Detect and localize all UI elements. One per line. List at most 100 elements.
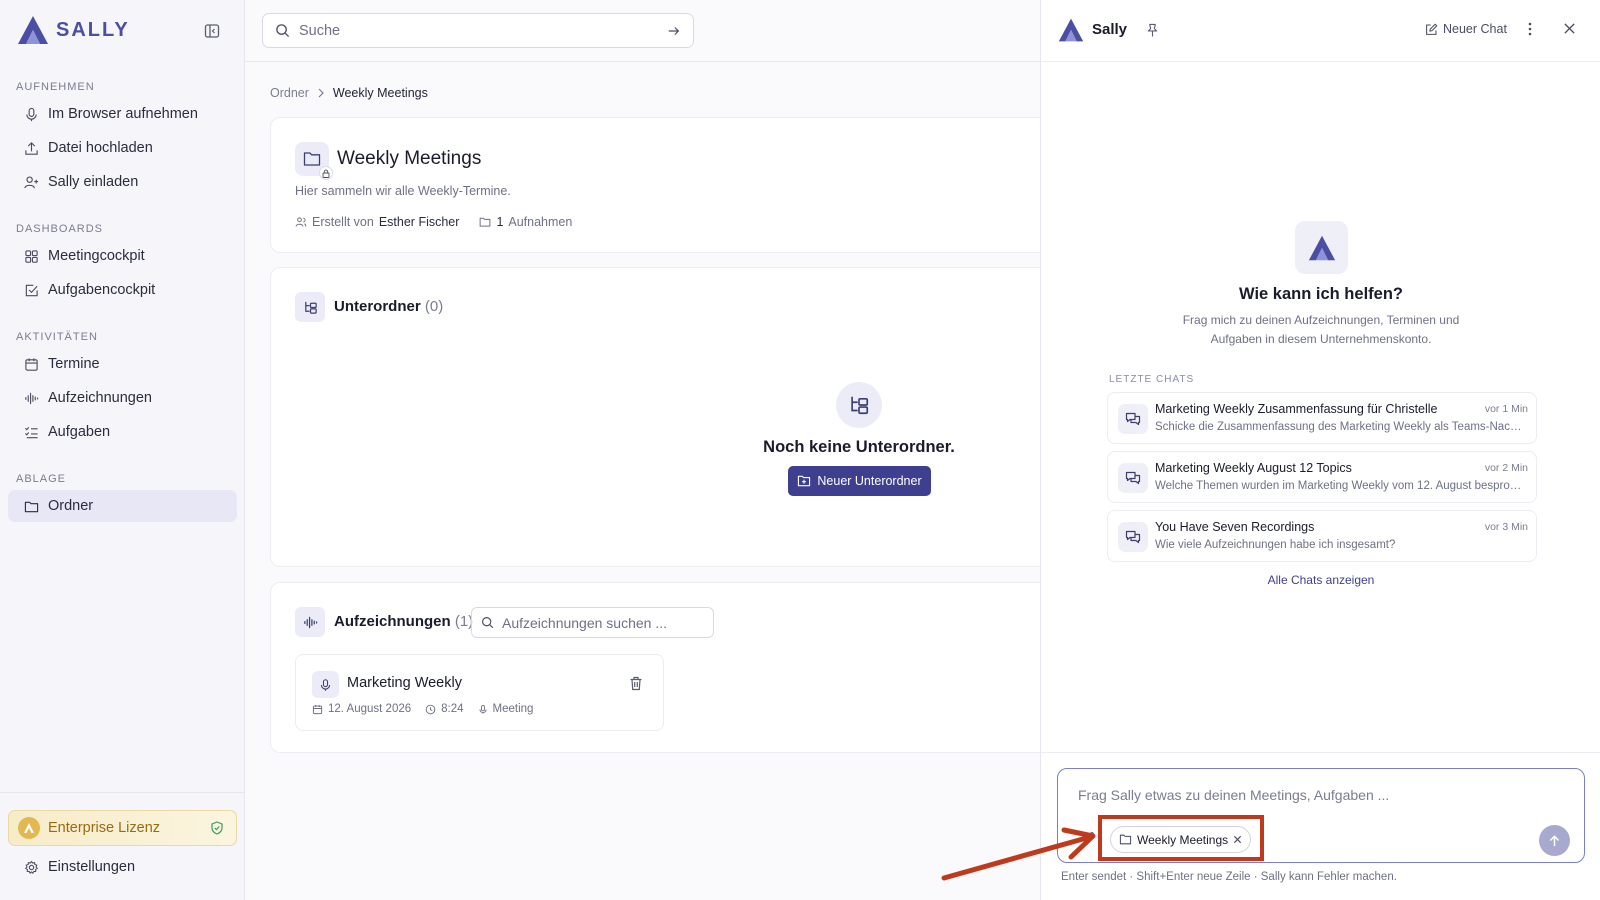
recent-chat-title: Marketing Weekly Zusammenfassung für Chr… — [1155, 402, 1438, 416]
recent-chat-item[interactable]: Marketing Weekly August 12 Topics vor 2 … — [1107, 451, 1537, 503]
recent-chat-title: Marketing Weekly August 12 Topics — [1155, 461, 1352, 475]
created-by-name: Esther Fischer — [378, 215, 460, 229]
sidebar-item-recordings[interactable]: Aufzeichnungen — [8, 382, 237, 414]
recent-chat-time: vor 1 Min — [1484, 403, 1528, 415]
upload-icon — [25, 141, 38, 155]
recordings-card: Aufzeichnungen (1) Aufzeichnungen suchen… — [270, 582, 1040, 753]
section-label-dashboards: DASHBOARDS — [16, 223, 104, 235]
subfolders-card: Unterordner (0) Noch keine Unterordner. … — [270, 267, 1040, 567]
folder-icon — [24, 501, 39, 512]
recordings-search-input[interactable]: Aufzeichnungen suchen ... — [471, 607, 714, 638]
audio-wave-icon — [25, 392, 39, 404]
arrow-up-icon — [1549, 834, 1560, 846]
empty-subfolder-icon — [836, 382, 882, 428]
folder-plus-icon — [798, 475, 811, 487]
recent-chat-time: vor 2 Min — [1484, 462, 1528, 474]
brand-name: SALLY — [56, 18, 130, 41]
microphone-small-icon — [478, 704, 487, 714]
breadcrumb: Ordner Weekly Meetings — [270, 86, 428, 100]
close-icon[interactable] — [1563, 22, 1576, 35]
new-subfolder-label: Neuer Unterordner — [817, 474, 922, 488]
folder-icon — [303, 152, 321, 166]
created-by-label: Erstellt von — [312, 215, 374, 229]
recent-chat-item[interactable]: Marketing Weekly Zusammenfassung für Chr… — [1107, 392, 1537, 444]
recordings-search-placeholder: Aufzeichnungen suchen ... — [502, 614, 668, 631]
lock-icon — [319, 166, 333, 180]
sidebar: SALLY AUFNEHMEN Im Browser aufnehmen Dat… — [0, 0, 245, 900]
search-input[interactable]: Suche — [262, 13, 694, 48]
empty-state-title: Noch keine Unterordner. — [763, 438, 955, 456]
breadcrumb-root[interactable]: Ordner — [270, 86, 309, 100]
microphone-icon — [26, 107, 37, 121]
audio-wave-icon — [295, 607, 325, 637]
all-chats-link[interactable]: Alle Chats anzeigen — [1041, 573, 1600, 587]
sidebar-item-label: Aufgaben — [48, 424, 111, 440]
trash-icon[interactable] — [629, 676, 643, 691]
page-title: Weekly Meetings — [337, 148, 482, 169]
sidebar-item-folders[interactable]: Ordner — [8, 490, 237, 522]
assistant-logo-icon — [1295, 221, 1348, 274]
task-list-icon — [25, 426, 38, 438]
license-label: Enterprise Lizenz — [48, 820, 161, 836]
sidebar-item-label: Sally einladen — [48, 174, 139, 190]
recording-item[interactable]: Marketing Weekly 12. August 2026 8:24 Me… — [295, 654, 664, 731]
sidebar-item-meetingcockpit[interactable]: Meetingcockpit — [8, 240, 237, 272]
collapse-sidebar-icon[interactable] — [204, 23, 222, 41]
sidebar-item-tasks[interactable]: Aufgaben — [8, 416, 237, 448]
folder-badge — [295, 142, 333, 180]
recent-chats-label: LETZTE CHATS — [1109, 374, 1195, 385]
section-label-record: AUFNEHMEN — [16, 81, 95, 93]
chat-header: Sally Neuer Chat — [1041, 0, 1600, 62]
search-placeholder: Suche — [299, 22, 341, 39]
recording-title: Marketing Weekly — [347, 675, 462, 691]
users-icon — [295, 217, 307, 227]
sidebar-footer: Enterprise Lizenz Einstellungen — [0, 792, 245, 900]
license-badge[interactable]: Enterprise Lizenz — [8, 810, 237, 846]
folder-small-icon — [480, 217, 491, 227]
sidebar-item-appointments[interactable]: Termine — [8, 348, 237, 380]
recent-chat-preview: Wie viele Aufzeichnungen habe ich insges… — [1155, 539, 1396, 551]
settings-link[interactable]: Einstellungen — [24, 859, 135, 875]
chat-bubbles-icon — [1118, 522, 1148, 552]
sidebar-item-browser-record[interactable]: Im Browser aufnehmen — [8, 98, 237, 130]
sidebar-item-label: Datei hochladen — [48, 140, 153, 156]
pin-icon[interactable] — [1146, 23, 1159, 38]
chevron-right-icon — [318, 88, 324, 98]
recording-meta: 12. August 2026 8:24 Meeting — [312, 703, 533, 715]
chat-panel: Sally Neuer Chat Wie kann ich helfen? Fr… — [1040, 0, 1600, 900]
recording-date: 12. August 2026 — [328, 703, 412, 715]
new-chat-label: Neuer Chat — [1443, 22, 1507, 36]
recording-type: Meeting — [492, 703, 534, 715]
recordings-count-label: Aufnahmen — [508, 215, 573, 229]
gear-icon — [25, 860, 38, 874]
new-chat-button[interactable]: Neuer Chat — [1425, 22, 1507, 36]
search-icon — [482, 617, 494, 629]
paperclip-icon[interactable] — [1084, 830, 1096, 844]
sidebar-item-label: Im Browser aufnehmen — [48, 106, 198, 122]
microphone-icon — [312, 671, 339, 698]
recent-chat-item[interactable]: You Have Seven Recordings vor 3 Min Wie … — [1107, 510, 1537, 562]
new-subfolder-button[interactable]: Neuer Unterordner — [788, 466, 931, 496]
arrow-right-icon[interactable] — [667, 24, 681, 38]
calendar-icon — [312, 704, 323, 714]
clock-icon — [425, 704, 436, 714]
chat-title: Sally — [1092, 21, 1128, 38]
send-button[interactable] — [1539, 825, 1570, 856]
recent-chat-preview: Schicke die Zusammenfassung des Marketin… — [1155, 421, 1527, 433]
more-options-icon[interactable] — [1528, 22, 1532, 36]
top-bar: Suche — [245, 0, 1040, 62]
shield-check-icon — [210, 821, 224, 835]
annotation-highlight-box — [1098, 815, 1264, 861]
recordings-heading-label: Aufzeichnungen — [334, 613, 451, 630]
sidebar-item-invite[interactable]: Sally einladen — [8, 166, 237, 198]
checkbox-icon — [25, 284, 38, 296]
composer-placeholder: Frag Sally etwas zu deinen Meetings, Auf… — [1078, 787, 1390, 803]
grid-icon — [25, 249, 38, 263]
chat-bubbles-icon — [1118, 404, 1148, 434]
sidebar-item-upload[interactable]: Datei hochladen — [8, 132, 237, 164]
recent-chat-title: You Have Seven Recordings — [1155, 520, 1315, 534]
brand-logo[interactable]: SALLY — [16, 14, 130, 46]
sidebar-item-label: Meetingcockpit — [48, 248, 145, 264]
sidebar-item-taskcockpit[interactable]: Aufgabencockpit — [8, 274, 237, 306]
settings-label: Einstellungen — [48, 859, 136, 875]
